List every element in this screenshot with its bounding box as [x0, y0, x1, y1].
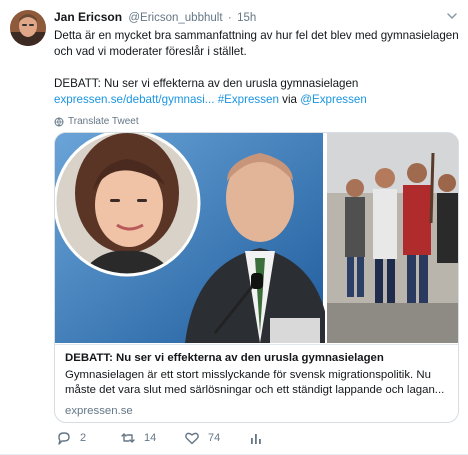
- author-handle[interactable]: @Ericson_ubbhult: [128, 12, 222, 24]
- tweet-actions: 2 14 74: [54, 428, 462, 448]
- reply-button[interactable]: 2: [56, 430, 86, 446]
- like-button[interactable]: 74: [184, 430, 220, 446]
- heart-icon: [185, 432, 199, 445]
- avatar[interactable]: [10, 10, 46, 46]
- like-count: 74: [208, 432, 221, 444]
- retweet-button[interactable]: 14: [120, 430, 156, 446]
- translate-label[interactable]: Translate Tweet: [68, 115, 139, 129]
- card-photo-collage: [55, 133, 458, 343]
- tweet-text-line: Detta är en mycket bra sammanfattning av…: [54, 29, 459, 58]
- header-separator: ·: [227, 12, 232, 24]
- article-link[interactable]: expressen.se/debatt/gymnasi...: [54, 93, 214, 106]
- via-text: via: [282, 93, 297, 106]
- tweet-time[interactable]: 15h: [237, 12, 256, 24]
- tweet[interactable]: Jan Ericson @Ericson_ubbhult · 15h Detta…: [0, 0, 468, 455]
- analytics-icon: [251, 434, 261, 444]
- card-text[interactable]: DEBATT: Nu ser vi effekterna av den urus…: [55, 344, 458, 422]
- card-description: Gymnasielagen är ett stort misslyckande …: [65, 369, 445, 396]
- translate-tweet[interactable]: Translate Tweet: [54, 115, 462, 129]
- avatar-photo: [10, 10, 46, 46]
- card-title[interactable]: DEBATT: Nu ser vi effekterna av den urus…: [65, 351, 450, 366]
- tweet-content: Jan Ericson @Ericson_ubbhult · 15h Detta…: [54, 8, 462, 445]
- card-domain: expressen.se: [65, 405, 133, 417]
- tweet-text-headline: DEBATT: Nu ser vi effekterna av den urus…: [54, 77, 359, 90]
- reply-count: 2: [80, 432, 87, 444]
- analytics-button[interactable]: [248, 430, 272, 446]
- retweet-count: 14: [144, 432, 157, 444]
- tweet-text: Detta är en mycket bra sammanfattning av…: [54, 28, 462, 108]
- author-name[interactable]: Jan Ericson: [54, 10, 122, 24]
- card-image[interactable]: [55, 133, 458, 343]
- link-card[interactable]: DEBATT: Nu ser vi effekterna av den urus…: [54, 132, 459, 423]
- hashtag-link[interactable]: #Expressen: [218, 93, 279, 106]
- globe-icon: [54, 117, 64, 127]
- retweet-icon: [121, 433, 135, 443]
- reply-icon: [58, 432, 70, 445]
- chevron-down-icon[interactable]: [446, 10, 458, 22]
- tweet-links: expressen.se/debatt/gymnasi... #Expresse…: [54, 92, 462, 108]
- mention-link[interactable]: @Expressen: [300, 93, 367, 106]
- tweet-header: Jan Ericson @Ericson_ubbhult · 15h: [54, 8, 462, 26]
